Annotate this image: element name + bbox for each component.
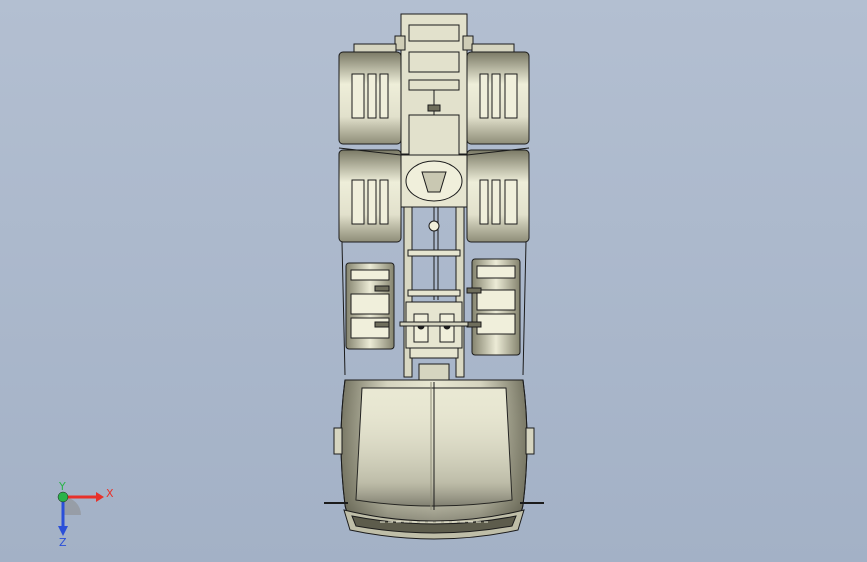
- transmission-mount[interactable]: [399, 301, 469, 359]
- y-axis-dot-icon: [57, 491, 69, 503]
- rear-wheel-right-upper[interactable]: [466, 43, 530, 145]
- side-tank-left[interactable]: [345, 262, 395, 350]
- x-axis-label: X: [106, 487, 114, 500]
- cad-viewport[interactable]: [0, 0, 867, 562]
- side-tank-right[interactable]: [466, 258, 521, 356]
- z-arrowhead-icon: [58, 526, 68, 536]
- x-arrowhead-icon: [96, 492, 104, 502]
- rear-wheel-left-lower[interactable]: [338, 149, 402, 243]
- rear-wheel-right-lower[interactable]: [466, 149, 530, 243]
- rear-frame[interactable]: [394, 13, 474, 156]
- y-axis-label: Y: [58, 480, 66, 493]
- cab[interactable]: [324, 363, 544, 540]
- z-axis-label: Z: [59, 536, 67, 549]
- truck-model[interactable]: [324, 13, 544, 540]
- coordinate-triad: X Y Z: [57, 480, 114, 549]
- rear-wheel-left-upper[interactable]: [338, 43, 402, 145]
